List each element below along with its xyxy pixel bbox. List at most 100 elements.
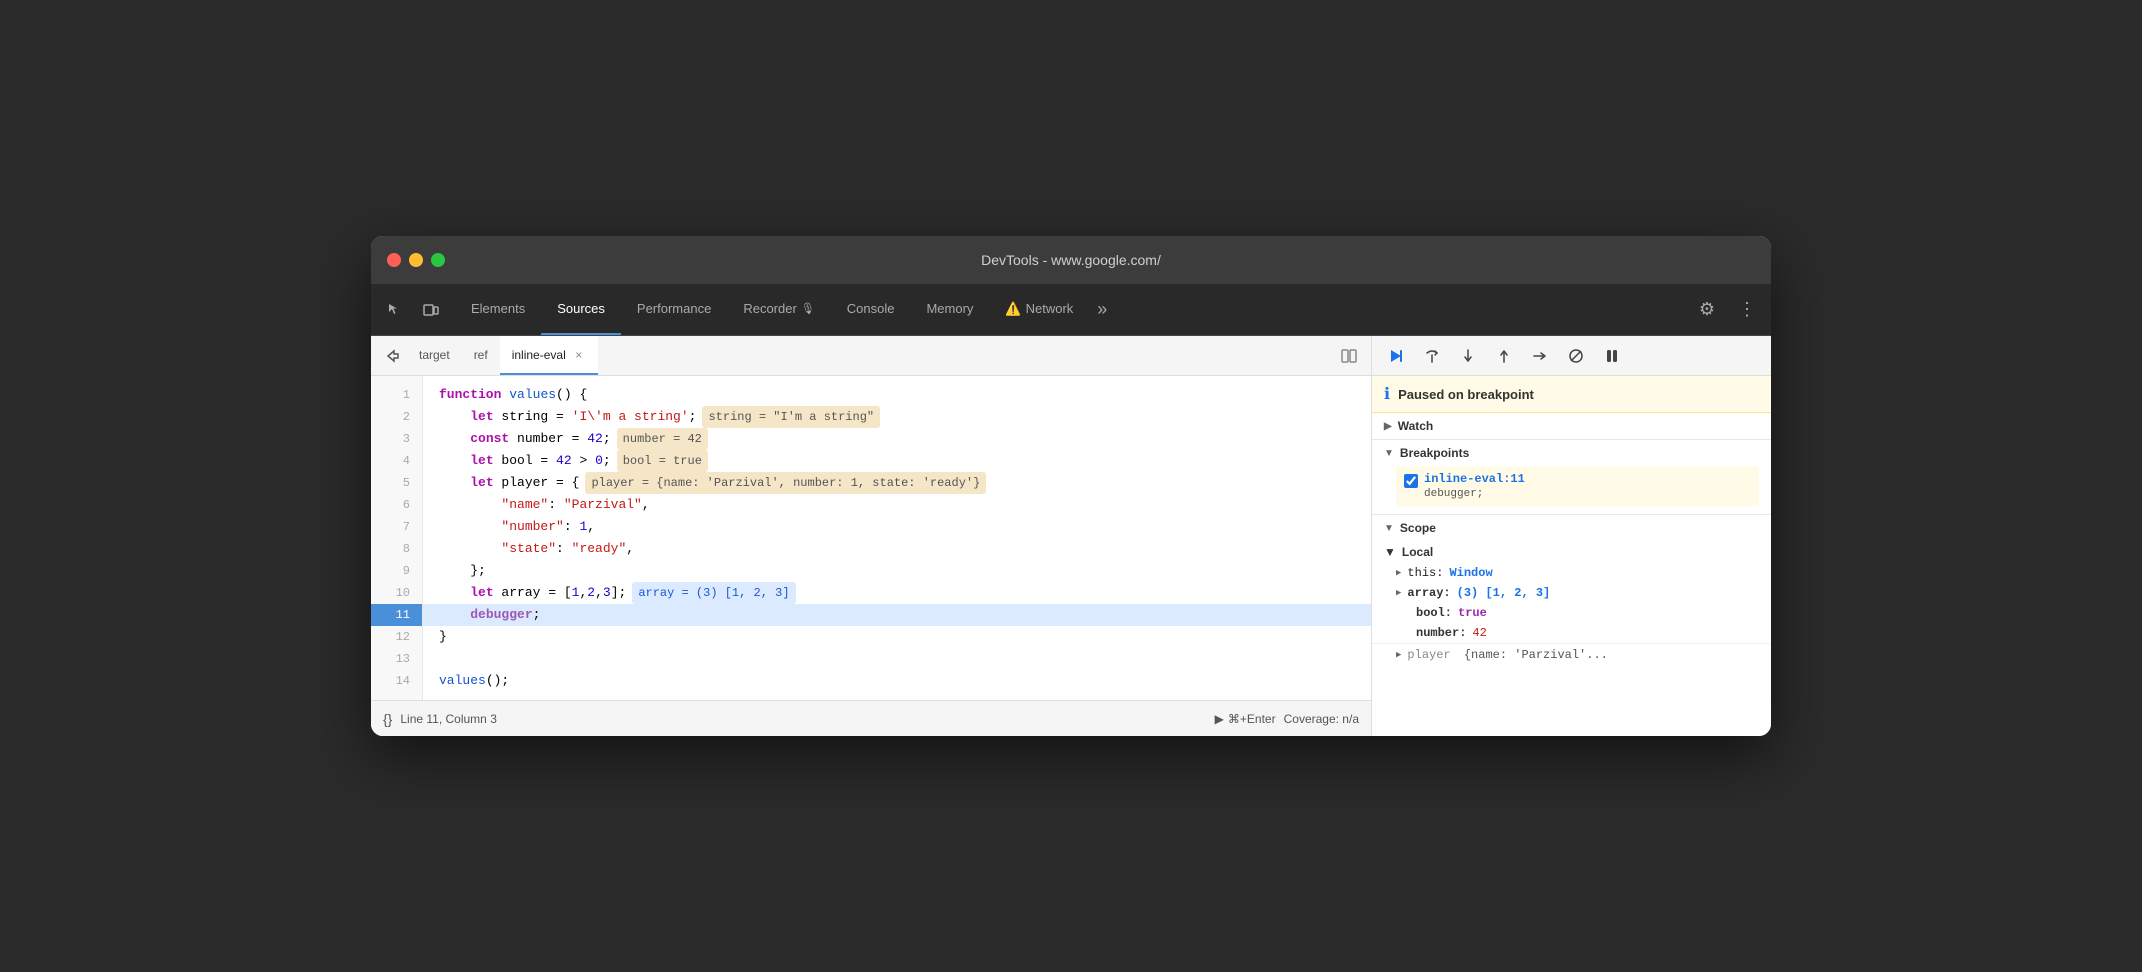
tab-elements[interactable]: Elements xyxy=(455,284,541,335)
play-icon: ▶ xyxy=(1215,712,1224,726)
split-view-icon[interactable] xyxy=(1335,342,1363,370)
tabs-right: ⚙ ⋮ xyxy=(1691,294,1763,326)
scope-item-arrow-icon: ▶ xyxy=(1396,568,1401,578)
traffic-lights xyxy=(387,253,445,267)
source-tabs: target ref inline-eval × xyxy=(371,336,1371,376)
navigate-back-icon[interactable] xyxy=(379,342,407,370)
breakpoint-checkbox[interactable] xyxy=(1404,474,1418,488)
main-panel: target ref inline-eval × xyxy=(371,336,1371,736)
close-tab-icon[interactable]: × xyxy=(572,348,586,362)
code-content: function values() { let string = 'I\'m a… xyxy=(423,376,1371,700)
scope-label: Scope xyxy=(1400,521,1436,535)
scope-arrow-icon: ▼ xyxy=(1384,523,1394,534)
code-line-9: }; xyxy=(423,560,1371,582)
line-num-13: 13 xyxy=(371,648,422,670)
code-line-11: debugger; xyxy=(423,604,1371,626)
devtools-window: DevTools - www.google.com/ Elements Sour xyxy=(371,236,1771,736)
breakpoints-section: ▼ Breakpoints inline-eval:11 debugger; xyxy=(1372,440,1771,515)
line-num-5: 5 xyxy=(371,472,422,494)
step-into-button[interactable] xyxy=(1452,342,1484,370)
code-line-2: let string = 'I\'m a string';string = "I… xyxy=(423,406,1371,428)
coverage-label: Coverage: n/a xyxy=(1284,712,1359,726)
scope-local-label: Local xyxy=(1402,545,1433,559)
maximize-button[interactable] xyxy=(431,253,445,267)
tab-performance[interactable]: Performance xyxy=(621,284,727,335)
devtools-tabbar: Elements Sources Performance Recorder 🎙 … xyxy=(371,284,1771,336)
status-left: {} Line 11, Column 3 xyxy=(383,711,497,727)
scope-item-bool: bool: true xyxy=(1372,603,1771,623)
breakpoints-header[interactable]: ▼ Breakpoints xyxy=(1372,440,1771,466)
devtools-body: target ref inline-eval × xyxy=(371,336,1771,736)
source-tab-inline-eval[interactable]: inline-eval × xyxy=(500,336,598,375)
line-num-11: 11 xyxy=(371,604,422,626)
tabs-list: Elements Sources Performance Recorder 🎙 … xyxy=(455,284,1691,335)
source-tab-target[interactable]: target xyxy=(407,336,462,375)
line-numbers: 1 2 3 4 5 6 7 8 9 10 11 12 13 14 xyxy=(371,376,423,700)
code-editor[interactable]: 1 2 3 4 5 6 7 8 9 10 11 12 13 14 xyxy=(371,376,1371,700)
scope-local-arrow-icon: ▼ xyxy=(1384,545,1396,559)
code-line-12: } xyxy=(423,626,1371,648)
info-icon: ℹ xyxy=(1384,384,1390,404)
code-line-10: let array = [1,2,3];array = (3) [1, 2, 3… xyxy=(423,582,1371,604)
inspect-icon[interactable] xyxy=(379,294,411,326)
code-line-14: values(); xyxy=(423,670,1371,692)
run-button[interactable]: ▶ ⌘+Enter xyxy=(1215,712,1276,726)
code-line-7: "number": 1, xyxy=(423,516,1371,538)
settings-button[interactable]: ⚙ xyxy=(1691,294,1723,326)
code-line-8: "state": "ready", xyxy=(423,538,1371,560)
line-num-8: 8 xyxy=(371,538,422,560)
code-line-6: "name": "Parzival", xyxy=(423,494,1371,516)
more-options-button[interactable]: ⋮ xyxy=(1731,294,1763,326)
watch-header[interactable]: ▶ Watch xyxy=(1372,413,1771,439)
tab-memory[interactable]: Memory xyxy=(910,284,989,335)
scope-item-array[interactable]: ▶ array: (3) [1, 2, 3] xyxy=(1372,583,1771,603)
debug-toolbar xyxy=(1372,336,1771,376)
tab-sources[interactable]: Sources xyxy=(541,284,621,335)
more-tabs-button[interactable]: » xyxy=(1089,299,1115,320)
watch-arrow-icon: ▶ xyxy=(1384,421,1392,432)
close-button[interactable] xyxy=(387,253,401,267)
minimize-button[interactable] xyxy=(409,253,423,267)
code-line-5: let player = {player = {name: 'Parzival'… xyxy=(423,472,1371,494)
scope-section: ▼ Scope ▼ Local ▶ this: Window ▶ array: … xyxy=(1372,515,1771,736)
titlebar: DevTools - www.google.com/ xyxy=(371,236,1771,284)
scope-local-header[interactable]: ▼ Local xyxy=(1372,541,1771,563)
format-icon[interactable]: {} xyxy=(383,711,392,727)
status-right: ▶ ⌘+Enter Coverage: n/a xyxy=(1215,712,1359,726)
scope-header[interactable]: ▼ Scope xyxy=(1372,515,1771,541)
recorder-icon: 🎙 xyxy=(801,302,815,315)
line-num-4: 4 xyxy=(371,450,422,472)
tab-recorder[interactable]: Recorder 🎙 xyxy=(727,284,830,335)
step-out-button[interactable] xyxy=(1488,342,1520,370)
line-num-7: 7 xyxy=(371,516,422,538)
run-shortcut: ⌘+Enter xyxy=(1228,712,1276,726)
breakpoints-label: Breakpoints xyxy=(1400,446,1469,460)
line-num-3: 3 xyxy=(371,428,422,450)
pause-exceptions-button[interactable] xyxy=(1596,342,1628,370)
code-line-4: let bool = 42 > 0;bool = true xyxy=(423,450,1371,472)
tab-network[interactable]: ⚠️ Network xyxy=(989,284,1089,335)
code-line-13 xyxy=(423,648,1371,670)
line-num-1: 1 xyxy=(371,384,422,406)
source-tab-right xyxy=(1335,342,1363,370)
scope-item-number: number: 42 xyxy=(1372,623,1771,643)
resume-button[interactable] xyxy=(1380,342,1412,370)
scope-item-player[interactable]: ▶ player {name: 'Parzival'... xyxy=(1372,643,1771,665)
breakpoint-details: inline-eval:11 debugger; xyxy=(1424,472,1525,500)
code-line-1: function values() { xyxy=(423,384,1371,406)
source-tab-ref[interactable]: ref xyxy=(462,336,500,375)
device-icon[interactable] xyxy=(415,294,447,326)
step-button[interactable] xyxy=(1524,342,1556,370)
line-num-6: 6 xyxy=(371,494,422,516)
scope-item-this[interactable]: ▶ this: Window xyxy=(1372,563,1771,583)
step-over-button[interactable] xyxy=(1416,342,1448,370)
tab-console[interactable]: Console xyxy=(831,284,911,335)
watch-label: Watch xyxy=(1398,419,1434,433)
breakpoint-item: inline-eval:11 debugger; xyxy=(1396,466,1759,506)
line-num-12: 12 xyxy=(371,626,422,648)
deactivate-breakpoints-button[interactable] xyxy=(1560,342,1592,370)
line-num-10: 10 xyxy=(371,582,422,604)
code-line-3: const number = 42;number = 42 xyxy=(423,428,1371,450)
watch-section: ▶ Watch xyxy=(1372,413,1771,440)
window-title: DevTools - www.google.com/ xyxy=(981,252,1161,268)
